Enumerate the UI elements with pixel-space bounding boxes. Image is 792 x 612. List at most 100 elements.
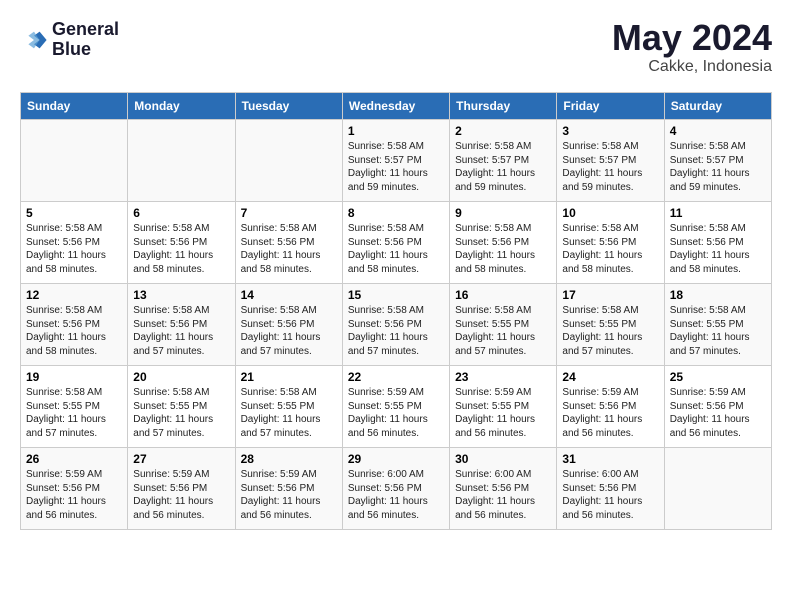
day-number: 16 — [455, 288, 551, 302]
day-number: 22 — [348, 370, 444, 384]
day-info: Sunrise: 5:59 AM Sunset: 5:56 PM Dayligh… — [241, 468, 337, 522]
title-block: May 2024 Cakke, Indonesia — [612, 20, 772, 76]
calendar-week-1: 1Sunrise: 5:58 AM Sunset: 5:57 PM Daylig… — [21, 120, 772, 202]
calendar-cell: 18 Sunrise: 5:58 AM Sunset: 5:55 PM Dayli… — [664, 284, 771, 366]
day-info: Sunrise: 5:58 AM Sunset: 5:56 PM Dayligh… — [670, 222, 766, 276]
calendar-cell: 4 Sunrise: 5:58 AM Sunset: 5:57 PM Daylig… — [664, 120, 771, 202]
day-info: Sunrise: 5:58 AM Sunset: 5:57 PM Dayligh… — [562, 140, 658, 194]
day-number: 6 — [133, 206, 229, 220]
day-number: 3 — [562, 124, 658, 138]
day-number: 4 — [670, 124, 766, 138]
calendar-cell: 17 Sunrise: 5:58 AM Sunset: 5:55 PM Dayli… — [557, 284, 664, 366]
day-number: 13 — [133, 288, 229, 302]
day-number: 15 — [348, 288, 444, 302]
day-info: Sunrise: 5:58 AM Sunset: 5:55 PM Dayligh… — [670, 304, 766, 358]
day-info: Sunrise: 5:58 AM Sunset: 5:56 PM Dayligh… — [348, 222, 444, 276]
calendar-cell: 11 Sunrise: 5:58 AM Sunset: 5:56 PM Dayli… — [664, 202, 771, 284]
calendar-cell: 10Sunrise: 5:58 AM Sunset: 5:56 PM Dayli… — [557, 202, 664, 284]
page-header: General Blue May 2024 Cakke, Indonesia — [20, 20, 772, 76]
calendar-cell: 28 Sunrise: 5:59 AM Sunset: 5:56 PM Dayli… — [235, 448, 342, 530]
day-info: Sunrise: 5:58 AM Sunset: 5:56 PM Dayligh… — [241, 222, 337, 276]
calendar-cell: 29 Sunrise: 6:00 AM Sunset: 5:56 PM Dayli… — [342, 448, 449, 530]
calendar-cell: 7 Sunrise: 5:58 AM Sunset: 5:56 PM Daylig… — [235, 202, 342, 284]
day-info: Sunrise: 5:58 AM Sunset: 5:56 PM Dayligh… — [348, 304, 444, 358]
day-info: Sunrise: 5:59 AM Sunset: 5:56 PM Dayligh… — [562, 386, 658, 440]
day-number: 26 — [26, 452, 122, 466]
day-number: 25 — [670, 370, 766, 384]
day-info: Sunrise: 5:59 AM Sunset: 5:55 PM Dayligh… — [455, 386, 551, 440]
location-subtitle: Cakke, Indonesia — [612, 58, 772, 76]
logo: General Blue — [20, 20, 119, 60]
day-info: Sunrise: 5:58 AM Sunset: 5:55 PM Dayligh… — [241, 386, 337, 440]
day-info: Sunrise: 5:58 AM Sunset: 5:57 PM Dayligh… — [348, 140, 444, 194]
calendar-cell: 27Sunrise: 5:59 AM Sunset: 5:56 PM Dayli… — [128, 448, 235, 530]
calendar-cell: 14Sunrise: 5:58 AM Sunset: 5:56 PM Dayli… — [235, 284, 342, 366]
day-number: 23 — [455, 370, 551, 384]
day-info: Sunrise: 5:58 AM Sunset: 5:55 PM Dayligh… — [562, 304, 658, 358]
day-number: 7 — [241, 206, 337, 220]
day-number: 28 — [241, 452, 337, 466]
day-info: Sunrise: 5:59 AM Sunset: 5:56 PM Dayligh… — [670, 386, 766, 440]
day-number: 5 — [26, 206, 122, 220]
day-info: Sunrise: 5:58 AM Sunset: 5:57 PM Dayligh… — [670, 140, 766, 194]
calendar-cell: 21 Sunrise: 5:58 AM Sunset: 5:55 PM Dayli… — [235, 366, 342, 448]
col-header-sunday: Sunday — [21, 93, 128, 120]
day-number: 19 — [26, 370, 122, 384]
month-title: May 2024 — [612, 20, 772, 56]
calendar-cell: 31 Sunrise: 6:00 AM Sunset: 5:56 PM Dayli… — [557, 448, 664, 530]
day-info: Sunrise: 6:00 AM Sunset: 5:56 PM Dayligh… — [455, 468, 551, 522]
day-number: 9 — [455, 206, 551, 220]
calendar-week-5: 26 Sunrise: 5:59 AM Sunset: 5:56 PM Dayli… — [21, 448, 772, 530]
calendar-cell: 24Sunrise: 5:59 AM Sunset: 5:56 PM Dayli… — [557, 366, 664, 448]
calendar-cell: 2Sunrise: 5:58 AM Sunset: 5:57 PM Daylig… — [450, 120, 557, 202]
day-info: Sunrise: 5:58 AM Sunset: 5:56 PM Dayligh… — [26, 304, 122, 358]
day-info: Sunrise: 5:59 AM Sunset: 5:56 PM Dayligh… — [26, 468, 122, 522]
calendar-week-4: 19 Sunrise: 5:58 AM Sunset: 5:55 PM Dayli… — [21, 366, 772, 448]
day-info: Sunrise: 6:00 AM Sunset: 5:56 PM Dayligh… — [562, 468, 658, 522]
calendar-header-row: SundayMondayTuesdayWednesdayThursdayFrid… — [21, 93, 772, 120]
calendar-cell: 16Sunrise: 5:58 AM Sunset: 5:55 PM Dayli… — [450, 284, 557, 366]
calendar-cell: 3 Sunrise: 5:58 AM Sunset: 5:57 PM Daylig… — [557, 120, 664, 202]
logo-line2: Blue — [52, 40, 119, 60]
calendar-cell: 19Sunrise: 5:58 AM Sunset: 5:55 PM Dayli… — [21, 366, 128, 448]
day-info: Sunrise: 6:00 AM Sunset: 5:56 PM Dayligh… — [348, 468, 444, 522]
calendar-cell: 25 Sunrise: 5:59 AM Sunset: 5:56 PM Dayli… — [664, 366, 771, 448]
calendar-cell: 8Sunrise: 5:58 AM Sunset: 5:56 PM Daylig… — [342, 202, 449, 284]
day-info: Sunrise: 5:58 AM Sunset: 5:55 PM Dayligh… — [133, 386, 229, 440]
day-number: 20 — [133, 370, 229, 384]
day-info: Sunrise: 5:59 AM Sunset: 5:55 PM Dayligh… — [348, 386, 444, 440]
calendar-cell: 26 Sunrise: 5:59 AM Sunset: 5:56 PM Dayli… — [21, 448, 128, 530]
logo-icon — [20, 26, 48, 54]
day-number: 2 — [455, 124, 551, 138]
day-number: 18 — [670, 288, 766, 302]
calendar-cell: 30Sunrise: 6:00 AM Sunset: 5:56 PM Dayli… — [450, 448, 557, 530]
calendar-cell — [128, 120, 235, 202]
logo-line1: General — [52, 20, 119, 40]
calendar-cell: 9 Sunrise: 5:58 AM Sunset: 5:56 PM Daylig… — [450, 202, 557, 284]
calendar-week-2: 5 Sunrise: 5:58 AM Sunset: 5:56 PM Daylig… — [21, 202, 772, 284]
day-number: 29 — [348, 452, 444, 466]
col-header-tuesday: Tuesday — [235, 93, 342, 120]
calendar-cell: 15 Sunrise: 5:58 AM Sunset: 5:56 PM Dayli… — [342, 284, 449, 366]
day-number: 31 — [562, 452, 658, 466]
day-number: 11 — [670, 206, 766, 220]
day-number: 17 — [562, 288, 658, 302]
calendar-cell: 13Sunrise: 5:58 AM Sunset: 5:56 PM Dayli… — [128, 284, 235, 366]
day-info: Sunrise: 5:58 AM Sunset: 5:56 PM Dayligh… — [562, 222, 658, 276]
day-info: Sunrise: 5:58 AM Sunset: 5:56 PM Dayligh… — [133, 222, 229, 276]
calendar-week-3: 12Sunrise: 5:58 AM Sunset: 5:56 PM Dayli… — [21, 284, 772, 366]
col-header-monday: Monday — [128, 93, 235, 120]
calendar-cell: 5Sunrise: 5:58 AM Sunset: 5:56 PM Daylig… — [21, 202, 128, 284]
day-number: 21 — [241, 370, 337, 384]
col-header-wednesday: Wednesday — [342, 93, 449, 120]
calendar-cell: 23 Sunrise: 5:59 AM Sunset: 5:55 PM Dayli… — [450, 366, 557, 448]
calendar-cell — [235, 120, 342, 202]
calendar-cell: 1Sunrise: 5:58 AM Sunset: 5:57 PM Daylig… — [342, 120, 449, 202]
calendar-cell — [664, 448, 771, 530]
day-info: Sunrise: 5:58 AM Sunset: 5:56 PM Dayligh… — [241, 304, 337, 358]
col-header-saturday: Saturday — [664, 93, 771, 120]
day-info: Sunrise: 5:58 AM Sunset: 5:56 PM Dayligh… — [455, 222, 551, 276]
calendar-cell: 22 Sunrise: 5:59 AM Sunset: 5:55 PM Dayli… — [342, 366, 449, 448]
col-header-thursday: Thursday — [450, 93, 557, 120]
calendar-cell: 6 Sunrise: 5:58 AM Sunset: 5:56 PM Daylig… — [128, 202, 235, 284]
